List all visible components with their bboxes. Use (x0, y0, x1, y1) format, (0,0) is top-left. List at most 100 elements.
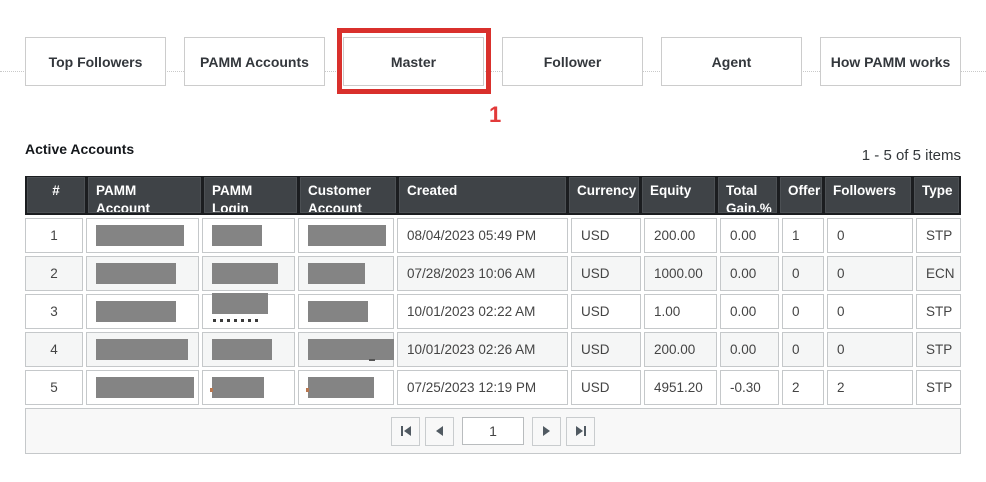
table-row: 2 07/28/2023 10:06 AM USD 1000.00 0.00 0… (25, 256, 961, 291)
table-row: 5 07/25/2023 12:19 PM USD 4951.20 -0.30 … (25, 370, 961, 405)
table-row: 3 10/01/2023 02:22 AM USD 1.00 0.00 0 0 … (25, 294, 961, 329)
cell-type: STP (916, 218, 961, 253)
cell-index: 1 (25, 218, 83, 253)
nav-button-master[interactable]: Master (343, 37, 484, 86)
redacted-value (308, 301, 368, 322)
next-page-button[interactable] (532, 417, 561, 446)
cell-total-gain: 0.00 (720, 332, 779, 367)
cell-type: STP (916, 332, 961, 367)
column-header-created[interactable]: Created (399, 177, 566, 213)
cell-created: 08/04/2023 05:49 PM (397, 218, 568, 253)
cell-offers: 0 (782, 294, 824, 329)
annotation-step-number: 1 (489, 102, 501, 128)
column-header-followers[interactable]: Followers (825, 177, 911, 213)
column-header-offers[interactable]: Offers (780, 177, 822, 213)
nav-button-how-pamm-works[interactable]: How PAMM works (820, 37, 961, 86)
cell-created: 07/25/2023 12:19 PM (397, 370, 568, 405)
cell-pamm-login (202, 370, 295, 405)
cell-total-gain: -0.30 (720, 370, 779, 405)
cell-equity: 1.00 (644, 294, 717, 329)
nav-button-agent[interactable]: Agent (661, 37, 802, 86)
cell-customer-account (298, 256, 394, 291)
nav-button-top-followers[interactable]: Top Followers (25, 37, 166, 86)
previous-page-icon (436, 426, 443, 436)
first-page-icon (401, 426, 403, 436)
cell-currency: USD (571, 218, 641, 253)
redacted-value (212, 377, 264, 398)
table-row: 4 10/01/2023 02:26 AM USD 200.00 0.00 0 … (25, 332, 961, 367)
cell-index: 3 (25, 294, 83, 329)
partially-hidden-text (210, 388, 213, 392)
nav-button-pamm-accounts[interactable]: PAMM Accounts (184, 37, 325, 86)
column-header-equity[interactable]: Equity (642, 177, 715, 213)
cell-index: 2 (25, 256, 83, 291)
cell-equity: 1000.00 (644, 256, 717, 291)
cell-equity: 200.00 (644, 332, 717, 367)
next-page-icon (543, 426, 550, 436)
redacted-value (96, 301, 176, 322)
column-header-index[interactable]: # (27, 177, 85, 213)
cell-offers: 2 (782, 370, 824, 405)
nav-button-follower[interactable]: Follower (502, 37, 643, 86)
cell-pamm-account (86, 218, 199, 253)
redacted-value (96, 339, 188, 360)
cell-pamm-login (202, 256, 295, 291)
cell-customer-account (298, 332, 394, 367)
cell-currency: USD (571, 294, 641, 329)
cell-customer-account (298, 370, 394, 405)
cell-pamm-account (86, 256, 199, 291)
column-header-total-gain[interactable]: Total Gain,% (718, 177, 777, 213)
cell-equity: 4951.20 (644, 370, 717, 405)
cell-offers: 1 (782, 218, 824, 253)
cell-type: STP (916, 294, 961, 329)
cell-offers: 0 (782, 332, 824, 367)
redacted-value (212, 263, 278, 284)
cell-type: ECN (916, 256, 961, 291)
column-header-pamm-login[interactable]: PAMM Login (204, 177, 297, 213)
items-count-label: 1 - 5 of 5 items (862, 147, 961, 164)
cell-customer-account (298, 294, 394, 329)
cell-total-gain: 0.00 (720, 294, 779, 329)
table-pager (25, 408, 961, 454)
table-header-row: # PAMM Account PAMM Login Customer Accou… (25, 176, 961, 215)
last-page-icon (576, 426, 583, 436)
redacted-value (96, 225, 184, 246)
last-page-button[interactable] (566, 417, 595, 446)
pamm-nav: Top Followers PAMM Accounts Master Follo… (25, 37, 961, 86)
cell-created: 10/01/2023 02:26 AM (397, 332, 568, 367)
cell-created: 10/01/2023 02:22 AM (397, 294, 568, 329)
column-header-type[interactable]: Type (914, 177, 959, 213)
first-page-button[interactable] (391, 417, 420, 446)
redacted-value (96, 263, 176, 284)
column-header-currency[interactable]: Currency (569, 177, 639, 213)
cell-pamm-account (86, 294, 199, 329)
last-page-icon (584, 426, 586, 436)
cell-pamm-account (86, 370, 199, 405)
cell-pamm-login (202, 294, 295, 329)
column-header-pamm-account[interactable]: PAMM Account (88, 177, 201, 213)
first-page-icon (404, 426, 411, 436)
page-title: Active Accounts (25, 141, 134, 157)
cell-currency: USD (571, 332, 641, 367)
redacted-value (308, 263, 365, 284)
page-number-input[interactable] (462, 417, 524, 445)
cell-type: STP (916, 370, 961, 405)
redacted-value (308, 377, 374, 398)
cell-pamm-account (86, 332, 199, 367)
redacted-value (212, 225, 262, 246)
cell-total-gain: 0.00 (720, 218, 779, 253)
cell-customer-account (298, 218, 394, 253)
partially-hidden-text (369, 359, 375, 361)
cell-followers: 2 (827, 370, 913, 405)
cell-followers: 0 (827, 332, 913, 367)
previous-page-button[interactable] (425, 417, 454, 446)
active-accounts-table: # PAMM Account PAMM Login Customer Accou… (25, 176, 961, 454)
cell-total-gain: 0.00 (720, 256, 779, 291)
partially-hidden-text (306, 388, 309, 392)
cell-offers: 0 (782, 256, 824, 291)
cell-index: 4 (25, 332, 83, 367)
column-header-customer-account[interactable]: Customer Account (300, 177, 396, 213)
cell-created: 07/28/2023 10:06 AM (397, 256, 568, 291)
cell-currency: USD (571, 256, 641, 291)
redacted-value (308, 339, 394, 360)
